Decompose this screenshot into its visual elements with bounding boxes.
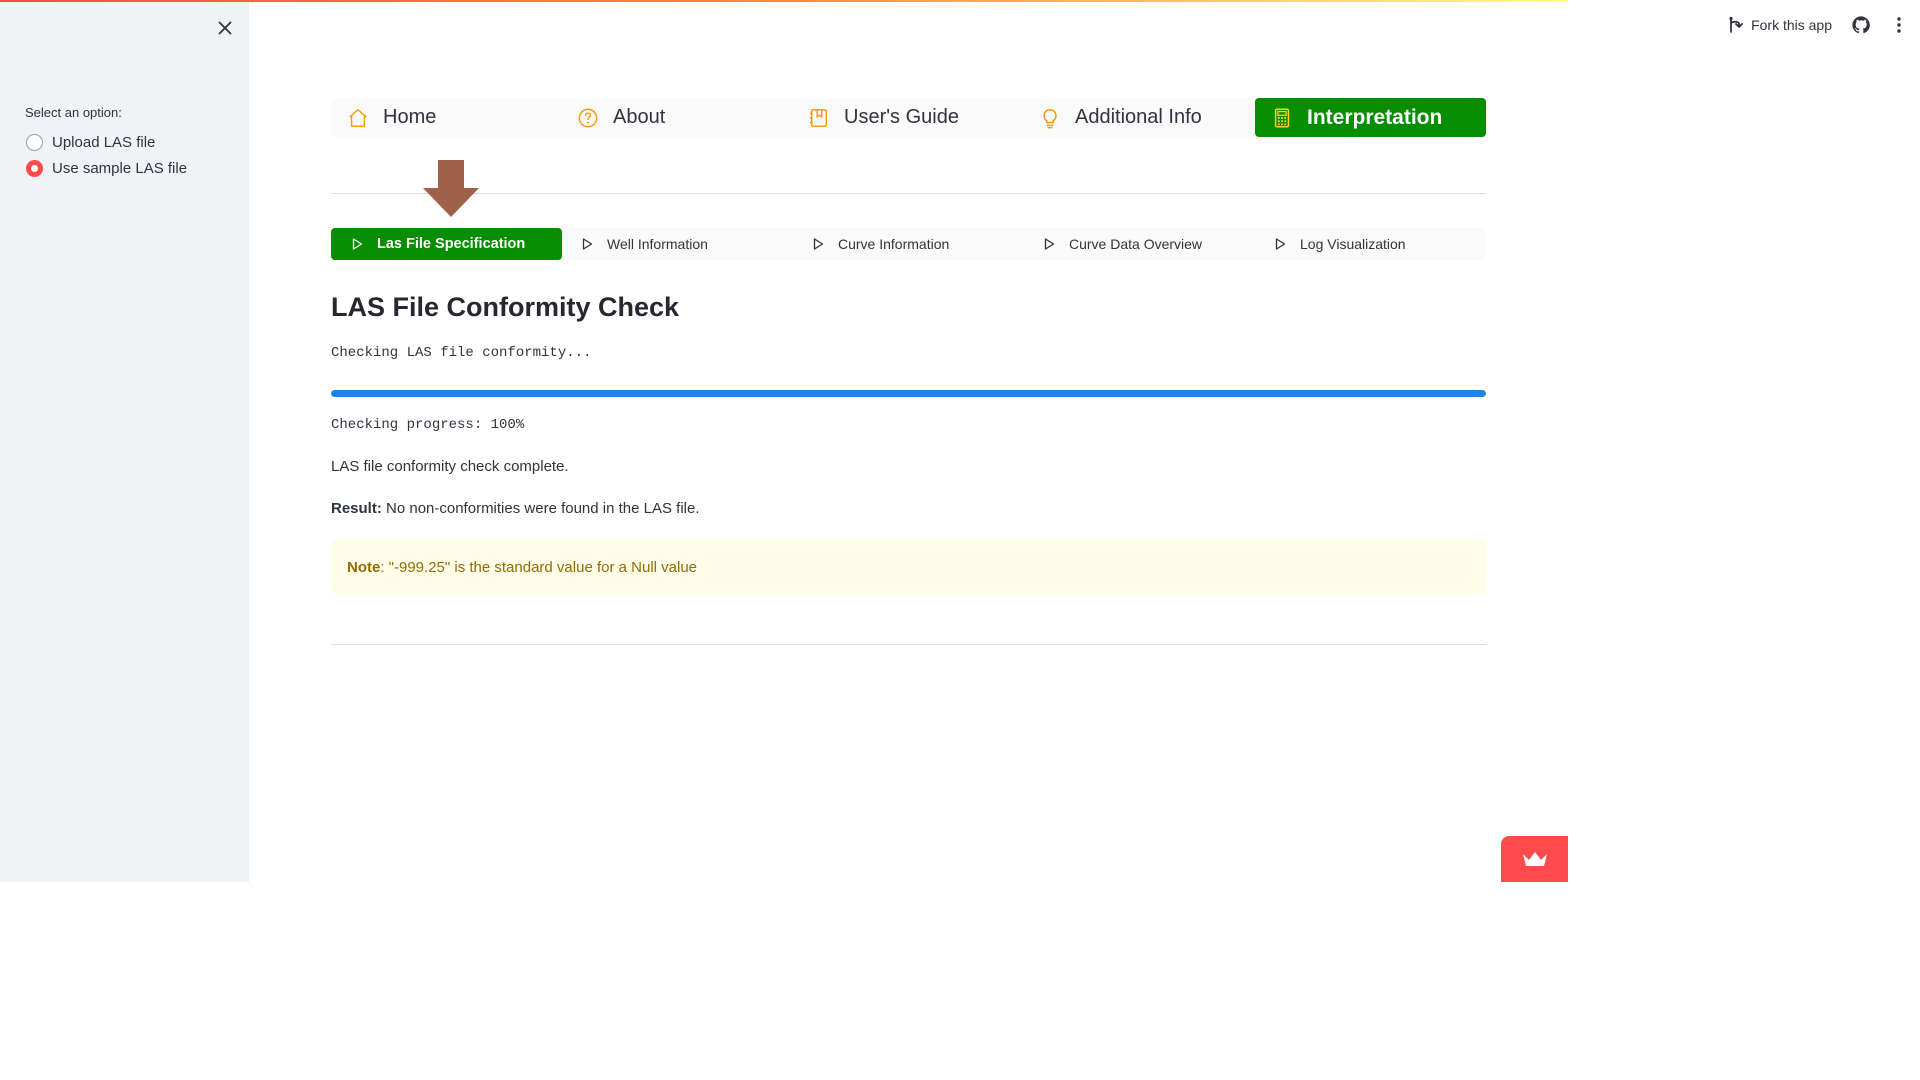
nav-item-about[interactable]: About (577, 98, 665, 137)
nav-item-users-guide[interactable]: User's Guide (808, 98, 959, 137)
calculator-icon (1274, 108, 1290, 127)
close-icon (218, 21, 232, 35)
tab-label: Well Information (607, 236, 708, 252)
play-icon (813, 238, 824, 250)
nav-item-interpretation[interactable]: Interpretation (1255, 98, 1486, 137)
sub-nav: Las File Specification Well Information … (331, 228, 1486, 260)
nav-item-additional-info[interactable]: Additional Info (1039, 98, 1202, 137)
close-sidebar-button[interactable] (214, 17, 236, 39)
radio-option-upload[interactable]: Upload LAS file (26, 134, 155, 151)
tab-label: Curve Information (838, 236, 950, 252)
page-title: LAS File Conformity Check (331, 292, 680, 322)
note-alert: Note: "-999.25" is the standard value fo… (331, 539, 1486, 595)
fork-app-button[interactable]: Fork this app (1727, 16, 1832, 34)
radio-button-checked[interactable] (26, 160, 43, 177)
tab-label: Log Visualization (1300, 236, 1406, 252)
tab-curve-information[interactable]: Curve Information (812, 228, 949, 260)
play-icon (1044, 238, 1055, 250)
divider (331, 193, 1486, 194)
fork-app-label: Fork this app (1751, 17, 1832, 33)
divider (331, 644, 1486, 645)
complete-message: LAS file conformity check complete. (331, 458, 569, 475)
lightbulb-icon (1043, 108, 1057, 128)
play-icon (1275, 238, 1286, 250)
main-nav: Home About User's Guide Additional Info … (331, 98, 1486, 137)
down-arrow-icon (423, 160, 479, 217)
fork-icon (1729, 16, 1743, 33)
radio-option-label: Use sample LAS file (52, 160, 188, 177)
question-circle-icon (578, 108, 598, 127)
radio-group-label: Select an option: (25, 105, 122, 120)
nav-item-label: About (613, 106, 666, 128)
play-icon (352, 238, 363, 250)
note-text: : "-999.25" is the standard value for a … (380, 558, 698, 576)
progress-text: Checking progress: 100% (331, 417, 525, 433)
progress-bar (331, 390, 1486, 397)
nav-item-label: Interpretation (1307, 105, 1443, 129)
play-icon (582, 238, 593, 250)
house-icon (349, 108, 367, 127)
kebab-menu-icon[interactable] (1896, 16, 1902, 34)
note-label: Note (347, 558, 381, 576)
sidebar: Select an option: Upload LAS file Use sa… (0, 2, 249, 882)
radio-button-unchecked[interactable] (26, 134, 43, 151)
nav-item-label: User's Guide (844, 106, 959, 128)
tab-label: Las File Specification (377, 236, 526, 252)
nav-item-home[interactable]: Home (347, 98, 436, 137)
radio-option-sample[interactable]: Use sample LAS file (26, 160, 187, 177)
tab-label: Curve Data Overview (1069, 236, 1203, 252)
radio-option-label: Upload LAS file (52, 134, 156, 151)
result-text: No non-conformities were found in the LA… (381, 500, 700, 517)
nav-item-label: Home (383, 106, 437, 128)
tab-well-information[interactable]: Well Information (581, 228, 708, 260)
tab-las-file-specification[interactable]: Las File Specification (331, 228, 562, 260)
tab-log-visualization[interactable]: Log Visualization (1274, 228, 1406, 260)
nav-item-label: Additional Info (1075, 106, 1202, 128)
checking-status-text: Checking LAS file conformity... (331, 345, 592, 361)
result-message: Result: No non-conformities were found i… (331, 500, 700, 517)
crown-icon (1522, 852, 1547, 866)
journal-bookmark-icon (809, 108, 828, 127)
header-actions: Fork this app (1727, 14, 1920, 36)
github-icon[interactable] (1852, 16, 1870, 34)
tab-curve-data-overview[interactable]: Curve Data Overview (1043, 228, 1202, 260)
result-label: Result: (331, 500, 382, 517)
streamlit-badge[interactable] (1501, 836, 1568, 882)
progress-bar-fill (331, 390, 1486, 397)
